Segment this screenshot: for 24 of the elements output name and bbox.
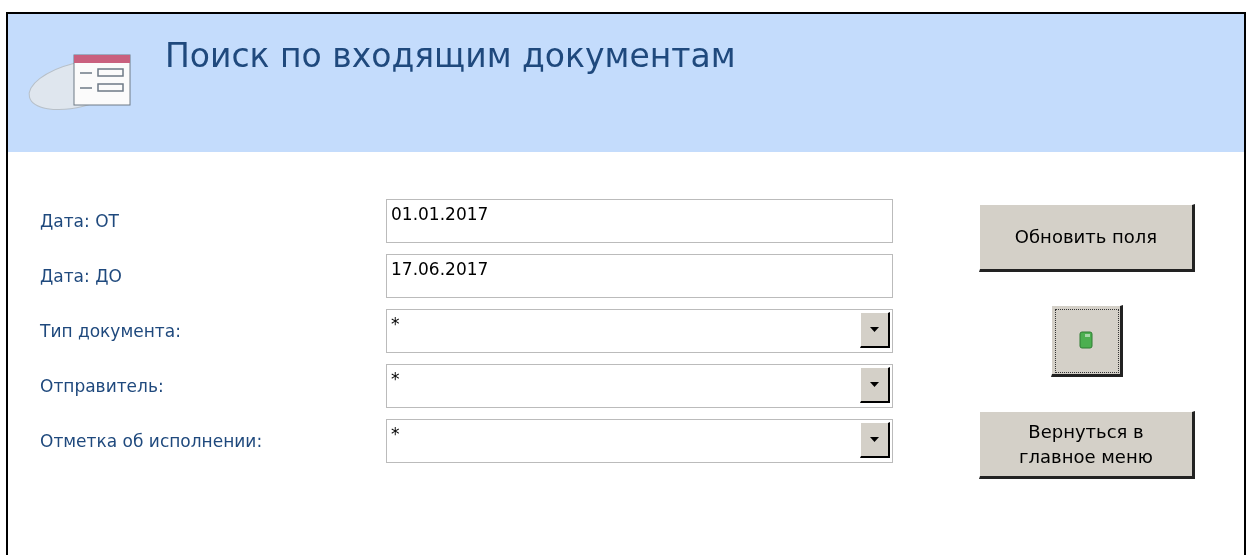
field-label: Отправитель: [40,376,165,396]
notebook-icon [1079,331,1093,349]
dropdown-button[interactable] [860,422,890,458]
field-label: Отметка об исполнении: [40,431,264,451]
field-label: Тип документа: [40,321,182,341]
date-field[interactable]: 01.01.2017 [386,199,893,243]
field-label: Дата: ДО [40,266,123,286]
form-button[interactable]: Вернуться в главное меню [979,411,1195,479]
dropdown-button[interactable] [860,312,890,348]
form-button[interactable]: Обновить поля [979,204,1195,272]
form-title: Поиск по входящим документам [165,36,736,75]
combo-box[interactable]: * [386,309,893,353]
caret-icon [870,382,879,387]
dropdown-button[interactable] [860,367,890,403]
caret-icon [870,327,879,332]
date-field[interactable]: 17.06.2017 [386,254,893,298]
field-label: Дата: ОТ [40,211,120,231]
notebook-button[interactable] [1051,305,1123,377]
combo-value: * [391,369,400,389]
combo-value: * [391,424,400,444]
combo-value: * [391,314,400,334]
combo-box[interactable]: * [386,419,893,463]
caret-icon [870,437,879,442]
combo-box[interactable]: * [386,364,893,408]
